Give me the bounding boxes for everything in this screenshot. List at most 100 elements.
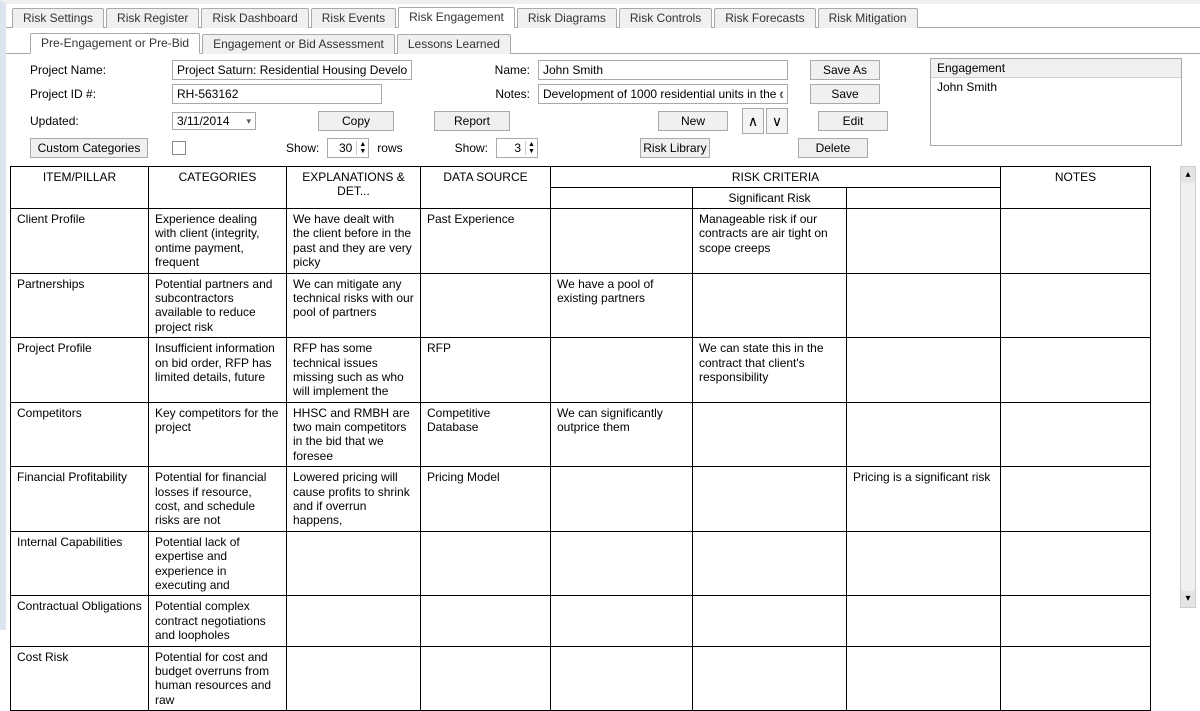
- cell-notes[interactable]: [1001, 646, 1151, 711]
- col-explanations-header[interactable]: EXPLANATIONS & DET...: [287, 167, 421, 209]
- table-row[interactable]: Contractual ObligationsPotential complex…: [11, 596, 1151, 646]
- cell-crit[interactable]: [847, 273, 1001, 338]
- cell-expl[interactable]: We can mitigate any technical risks with…: [287, 273, 421, 338]
- scroll-down-icon[interactable]: ▾: [1181, 591, 1195, 607]
- cell-item[interactable]: Financial Profitability: [11, 467, 149, 532]
- col-significant-risk-header[interactable]: Significant Risk: [693, 188, 847, 209]
- cell-item[interactable]: Cost Risk: [11, 646, 149, 711]
- new-button[interactable]: New: [658, 111, 728, 131]
- cell-low[interactable]: [551, 209, 693, 274]
- main-tab-risk-engagement[interactable]: Risk Engagement: [398, 7, 515, 28]
- spinner-arrows-icon[interactable]: ▲▼: [525, 141, 537, 155]
- cell-notes[interactable]: [1001, 402, 1151, 467]
- cell-expl[interactable]: We have dealt with the client before in …: [287, 209, 421, 274]
- nav-down-button[interactable]: ∨: [766, 108, 788, 134]
- cell-notes[interactable]: [1001, 209, 1151, 274]
- cell-src[interactable]: Past Experience: [421, 209, 551, 274]
- cell-expl[interactable]: [287, 596, 421, 646]
- cell-crit[interactable]: [847, 402, 1001, 467]
- cell-item[interactable]: Client Profile: [11, 209, 149, 274]
- cell-notes[interactable]: [1001, 531, 1151, 596]
- cell-sig[interactable]: [693, 467, 847, 532]
- project-id-input[interactable]: [172, 84, 382, 104]
- cell-crit[interactable]: [847, 338, 1001, 403]
- cell-cat[interactable]: Potential lack of expertise and experien…: [149, 531, 287, 596]
- sub-tab-engagement-or-bid-assessment[interactable]: Engagement or Bid Assessment: [202, 34, 395, 54]
- custom-categories-button[interactable]: Custom Categories: [30, 138, 148, 158]
- cell-sig[interactable]: [693, 596, 847, 646]
- table-row[interactable]: Project ProfileInsufficient information …: [11, 338, 1151, 403]
- cell-crit[interactable]: [847, 531, 1001, 596]
- cell-crit[interactable]: [847, 596, 1001, 646]
- col-low-risk-header[interactable]: Low Risk: [551, 188, 693, 209]
- notes-input[interactable]: [538, 84, 788, 104]
- cell-src[interactable]: RFP: [421, 338, 551, 403]
- risk-library-button[interactable]: Risk Library: [640, 138, 710, 158]
- show-rows-value[interactable]: [328, 139, 356, 157]
- col-source-header[interactable]: DATA SOURCE: [421, 167, 551, 209]
- cell-notes[interactable]: [1001, 596, 1151, 646]
- cell-cat[interactable]: Potential complex contract negotiations …: [149, 596, 287, 646]
- table-row[interactable]: Internal CapabilitiesPotential lack of e…: [11, 531, 1151, 596]
- engagement-listbox[interactable]: Engagement John Smith: [930, 58, 1182, 146]
- col-item-header[interactable]: ITEM/PILLAR: [11, 167, 149, 209]
- main-tab-risk-controls[interactable]: Risk Controls: [619, 8, 712, 28]
- cell-item[interactable]: Competitors: [11, 402, 149, 467]
- cell-crit[interactable]: [847, 209, 1001, 274]
- spinner-arrows-icon[interactable]: ▲▼: [356, 141, 368, 155]
- main-tab-risk-mitigation[interactable]: Risk Mitigation: [818, 8, 918, 28]
- cell-item[interactable]: Project Profile: [11, 338, 149, 403]
- updated-date-input[interactable]: 3/11/2014 ▾: [172, 112, 256, 130]
- cell-expl[interactable]: RFP has some technical issues missing su…: [287, 338, 421, 403]
- save-as-button[interactable]: Save As: [810, 60, 880, 80]
- col-critical-risk-header[interactable]: Critical Risk: [847, 188, 1001, 209]
- cell-low[interactable]: [551, 646, 693, 711]
- cell-cat[interactable]: Potential for financial losses if resour…: [149, 467, 287, 532]
- cell-expl[interactable]: [287, 646, 421, 711]
- vertical-scrollbar[interactable]: ▴ ▾: [1180, 166, 1196, 608]
- cell-sig[interactable]: [693, 531, 847, 596]
- main-tab-risk-diagrams[interactable]: Risk Diagrams: [517, 8, 617, 28]
- col-notes-header[interactable]: NOTES: [1001, 167, 1151, 209]
- col-risk-criteria-header[interactable]: RISK CRITERIA: [551, 167, 1001, 188]
- cell-low[interactable]: [551, 338, 693, 403]
- cell-low[interactable]: [551, 596, 693, 646]
- cell-notes[interactable]: [1001, 273, 1151, 338]
- cell-src[interactable]: Competitive Database: [421, 402, 551, 467]
- project-name-input[interactable]: [172, 60, 412, 80]
- cell-low[interactable]: [551, 531, 693, 596]
- cell-cat[interactable]: Potential partners and subcontractors av…: [149, 273, 287, 338]
- cell-cat[interactable]: Key competitors for the project: [149, 402, 287, 467]
- col-categories-header[interactable]: CATEGORIES: [149, 167, 287, 209]
- cell-src[interactable]: [421, 646, 551, 711]
- cell-sig[interactable]: [693, 273, 847, 338]
- cell-sig[interactable]: [693, 402, 847, 467]
- cell-src[interactable]: Pricing Model: [421, 467, 551, 532]
- sub-tab-lessons-learned[interactable]: Lessons Learned: [397, 34, 511, 54]
- cell-expl[interactable]: [287, 531, 421, 596]
- name-input[interactable]: [538, 60, 788, 80]
- cell-notes[interactable]: [1001, 467, 1151, 532]
- sub-tab-pre-engagement-or-pre-bid[interactable]: Pre-Engagement or Pre-Bid: [30, 33, 200, 54]
- main-tab-risk-register[interactable]: Risk Register: [106, 8, 199, 28]
- save-button[interactable]: Save: [810, 84, 880, 104]
- copy-button[interactable]: Copy: [318, 111, 394, 131]
- cell-item[interactable]: Partnerships: [11, 273, 149, 338]
- cell-cat[interactable]: Insufficient information on bid order, R…: [149, 338, 287, 403]
- table-row[interactable]: Financial ProfitabilityPotential for fin…: [11, 467, 1151, 532]
- nav-up-button[interactable]: ∧: [742, 108, 764, 134]
- cell-notes[interactable]: [1001, 338, 1151, 403]
- cell-low[interactable]: We can significantly outprice them: [551, 402, 693, 467]
- edit-button[interactable]: Edit: [818, 111, 888, 131]
- cell-item[interactable]: Contractual Obligations: [11, 596, 149, 646]
- table-row[interactable]: PartnershipsPotential partners and subco…: [11, 273, 1151, 338]
- cell-expl[interactable]: Lowered pricing will cause profits to sh…: [287, 467, 421, 532]
- cell-sig[interactable]: We can state this in the contract that c…: [693, 338, 847, 403]
- table-row[interactable]: Client ProfileExperience dealing with cl…: [11, 209, 1151, 274]
- main-tab-risk-dashboard[interactable]: Risk Dashboard: [201, 8, 308, 28]
- show2-spinner[interactable]: ▲▼: [496, 138, 538, 158]
- cell-low[interactable]: [551, 467, 693, 532]
- report-button[interactable]: Report: [434, 111, 510, 131]
- table-row[interactable]: Cost RiskPotential for cost and budget o…: [11, 646, 1151, 711]
- cell-low[interactable]: We have a pool of existing partners: [551, 273, 693, 338]
